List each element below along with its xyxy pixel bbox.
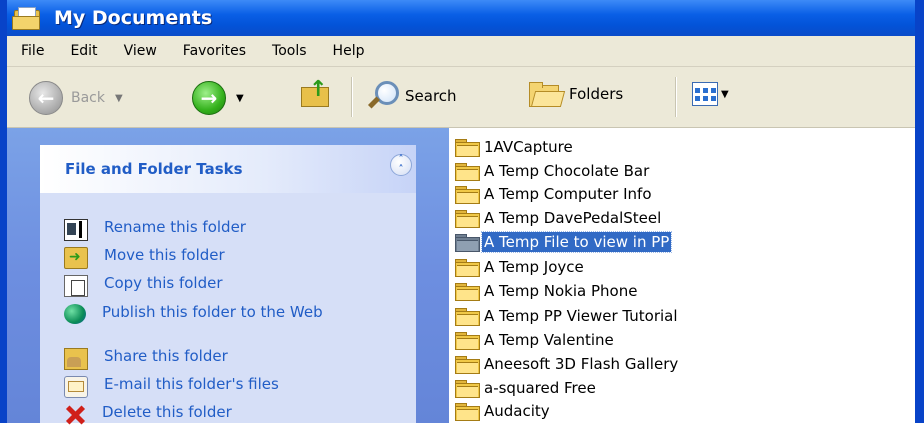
- explorer-window: My Documents File Edit View Favorites To…: [0, 0, 924, 423]
- folder-icon: [454, 185, 480, 204]
- views-icon: [692, 82, 718, 106]
- folder-name: A Temp PP Viewer Tutorial: [484, 306, 678, 325]
- move-folder-icon: [64, 247, 88, 269]
- task-panel-header[interactable]: File and Folder Tasks ˄ ˄: [40, 145, 416, 193]
- task-delete-folder[interactable]: Delete this folder: [64, 404, 352, 424]
- folder-icon: [454, 379, 480, 398]
- task-label[interactable]: Copy this folder: [104, 275, 354, 292]
- list-item[interactable]: A Temp Computer Info: [454, 183, 654, 204]
- my-documents-icon: [12, 6, 42, 30]
- menu-help[interactable]: Help: [320, 43, 378, 59]
- folder-name: a-squared Free: [484, 378, 596, 397]
- task-pane: File and Folder Tasks ˄ ˄ Rename this fol…: [7, 128, 449, 423]
- folder-name: Aneesoft 3D Flash Gallery: [484, 354, 679, 373]
- folder-icon: [454, 282, 480, 301]
- list-item[interactable]: A Temp Joyce: [454, 256, 586, 277]
- folder-name: A Temp File to view in PP: [480, 230, 673, 253]
- task-copy-folder[interactable]: Copy this folder: [64, 275, 354, 297]
- search-icon: [367, 81, 399, 111]
- window-title: My Documents: [54, 7, 213, 29]
- menu-tools[interactable]: Tools: [259, 43, 320, 59]
- menu-view[interactable]: View: [111, 43, 170, 59]
- task-label[interactable]: Rename this folder: [104, 219, 354, 236]
- task-rename-folder[interactable]: Rename this folder: [64, 219, 354, 241]
- title-bar[interactable]: My Documents: [0, 0, 924, 36]
- standard-toolbar: ← Back ▼ → ▼ ↑ Search Folders ▼: [7, 67, 915, 128]
- folder-icon: [454, 138, 480, 157]
- folder-name: A Temp DavePedalSteel: [484, 208, 662, 227]
- folder-icon: [454, 307, 480, 326]
- copy-icon: [64, 275, 88, 297]
- toolbar-separator: [675, 77, 677, 117]
- menu-bar: File Edit View Favorites Tools Help: [7, 36, 915, 67]
- task-label[interactable]: Publish this folder to the Web: [102, 304, 332, 321]
- file-folder-tasks-panel: File and Folder Tasks ˄ ˄ Rename this fol…: [40, 145, 416, 423]
- list-item-selected[interactable]: A Temp File to view in PP: [454, 230, 673, 253]
- folder-icon: [454, 162, 480, 181]
- window-border-left: [0, 0, 7, 423]
- folder-icon: [454, 233, 480, 252]
- list-item[interactable]: A Temp Valentine: [454, 329, 616, 350]
- folders-button[interactable]: Folders: [527, 81, 623, 107]
- window-border-right: [915, 0, 924, 423]
- list-item[interactable]: A Temp Nokia Phone: [454, 280, 639, 301]
- folder-name: A Temp Nokia Phone: [484, 281, 638, 300]
- back-dropdown-icon[interactable]: ▼: [115, 93, 123, 104]
- publish-web-icon: [64, 304, 86, 324]
- folder-icon: [454, 355, 480, 374]
- list-item[interactable]: A Temp DavePedalSteel: [454, 207, 663, 228]
- folder-name: A Temp Valentine: [484, 330, 614, 349]
- task-email-files[interactable]: E-mail this folder's files: [64, 376, 354, 398]
- folders-icon: [527, 81, 566, 107]
- task-share-folder[interactable]: Share this folder: [64, 348, 354, 370]
- menu-favorites[interactable]: Favorites: [170, 43, 259, 59]
- folder-icon: [454, 258, 480, 277]
- forward-arrow-icon: →: [192, 81, 226, 115]
- list-item[interactable]: A Temp Chocolate Bar: [454, 160, 651, 181]
- task-label[interactable]: E-mail this folder's files: [104, 376, 354, 393]
- back-button[interactable]: ← Back ▼: [29, 81, 123, 115]
- rename-icon: [64, 219, 88, 241]
- task-label[interactable]: Delete this folder: [102, 404, 352, 421]
- folder-name: 1AVCapture: [484, 137, 573, 156]
- delete-x-icon: [64, 404, 86, 424]
- email-icon: [64, 376, 88, 398]
- folder-name: A Temp Chocolate Bar: [484, 161, 650, 180]
- menu-edit[interactable]: Edit: [57, 43, 110, 59]
- folder-icon: [454, 402, 480, 421]
- toolbar-separator: [351, 77, 353, 117]
- collapse-chevron-icon[interactable]: ˄ ˄: [390, 154, 412, 176]
- views-button[interactable]: ▼: [692, 82, 729, 106]
- task-label[interactable]: Share this folder: [104, 348, 354, 365]
- list-item[interactable]: a-squared Free: [454, 377, 598, 398]
- folder-name: A Temp Joyce: [484, 257, 584, 276]
- folder-icon: [454, 331, 480, 350]
- list-item[interactable]: Audacity: [454, 400, 552, 421]
- forward-button[interactable]: → ▼: [192, 81, 244, 115]
- share-folder-icon: [64, 348, 88, 370]
- folders-label: Folders: [569, 85, 624, 103]
- file-list: 1AVCapture A Temp Chocolate Bar A Temp C…: [450, 128, 915, 423]
- search-button[interactable]: Search: [367, 81, 457, 111]
- list-item[interactable]: Aneesoft 3D Flash Gallery: [454, 353, 680, 374]
- folder-name: A Temp Computer Info: [484, 184, 652, 203]
- back-label: Back: [71, 90, 105, 106]
- task-label[interactable]: Move this folder: [104, 247, 354, 264]
- menu-file[interactable]: File: [7, 43, 57, 59]
- task-move-folder[interactable]: Move this folder: [64, 247, 354, 269]
- list-item[interactable]: 1AVCapture: [454, 136, 575, 157]
- views-dropdown-icon[interactable]: ▼: [721, 89, 729, 100]
- list-item[interactable]: A Temp PP Viewer Tutorial: [454, 305, 680, 326]
- task-publish-folder[interactable]: Publish this folder to the Web: [64, 304, 332, 324]
- forward-dropdown-icon[interactable]: ▼: [236, 93, 244, 104]
- back-arrow-icon: ←: [29, 81, 63, 115]
- folder-icon: [454, 209, 480, 228]
- folder-name: Audacity: [484, 401, 550, 420]
- up-folder-icon: ↑: [301, 77, 331, 107]
- task-panel-title: File and Folder Tasks: [65, 160, 243, 178]
- up-folder-button[interactable]: ↑: [301, 77, 331, 107]
- search-label: Search: [405, 87, 457, 105]
